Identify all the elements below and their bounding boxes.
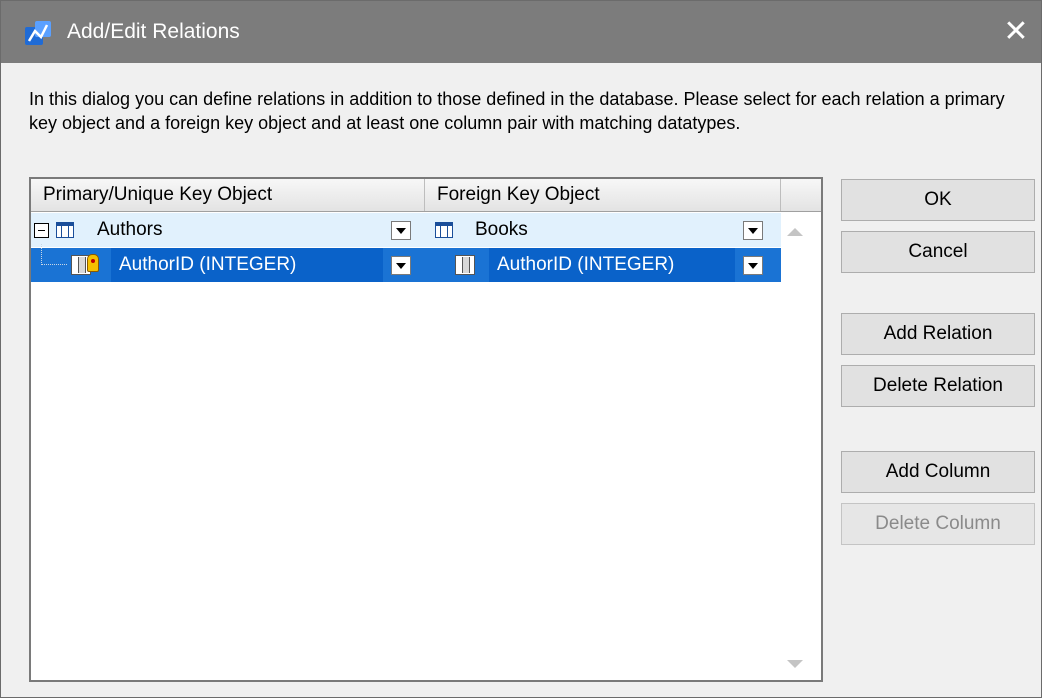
primary-key-column-value: AuthorID (INTEGER) [111, 248, 383, 282]
delete-column-button: Delete Column [841, 503, 1035, 545]
close-icon[interactable]: ✕ [991, 1, 1041, 63]
primary-key-object-value: Authors [97, 219, 163, 240]
foreign-key-dropdown-icon[interactable] [743, 221, 763, 240]
table-icon [435, 222, 453, 238]
column-pair-row[interactable]: AuthorID (INTEGER) AuthorID (INTEGER) [31, 244, 781, 282]
relation-row[interactable]: Authors Books [31, 213, 781, 247]
ok-button[interactable]: OK [841, 179, 1035, 221]
add-edit-relations-dialog: Add/Edit Relations ✕ In this dialog you … [0, 0, 1042, 698]
add-relation-button[interactable]: Add Relation [841, 313, 1035, 355]
grid-header: Primary/Unique Key Object Foreign Key Ob… [31, 179, 821, 212]
primary-key-icon [87, 254, 99, 272]
primary-column-dropdown-icon[interactable] [391, 256, 411, 275]
title-bar[interactable]: Add/Edit Relations ✕ [1, 1, 1041, 63]
app-icon [25, 21, 51, 45]
dialog-title: Add/Edit Relations [67, 20, 240, 43]
scroll-down-icon[interactable] [787, 660, 803, 668]
foreign-key-column-value: AuthorID (INTEGER) [489, 248, 735, 282]
table-icon [56, 222, 74, 238]
column-icon [455, 255, 475, 275]
tree-connector [41, 244, 67, 265]
cancel-button[interactable]: Cancel [841, 231, 1035, 273]
collapse-icon[interactable] [34, 223, 49, 238]
foreign-key-object-value: Books [475, 219, 528, 240]
relations-grid[interactable]: Primary/Unique Key Object Foreign Key Ob… [29, 177, 823, 682]
column-header-primary-key[interactable]: Primary/Unique Key Object [31, 179, 425, 211]
add-column-button[interactable]: Add Column [841, 451, 1035, 493]
primary-key-dropdown-icon[interactable] [391, 221, 411, 240]
delete-relation-button[interactable]: Delete Relation [841, 365, 1035, 407]
foreign-column-dropdown-icon[interactable] [743, 256, 763, 275]
column-header-foreign-key[interactable]: Foreign Key Object [425, 179, 781, 211]
dialog-description: In this dialog you can define relations … [29, 89, 1005, 133]
scroll-up-icon[interactable] [787, 228, 803, 236]
